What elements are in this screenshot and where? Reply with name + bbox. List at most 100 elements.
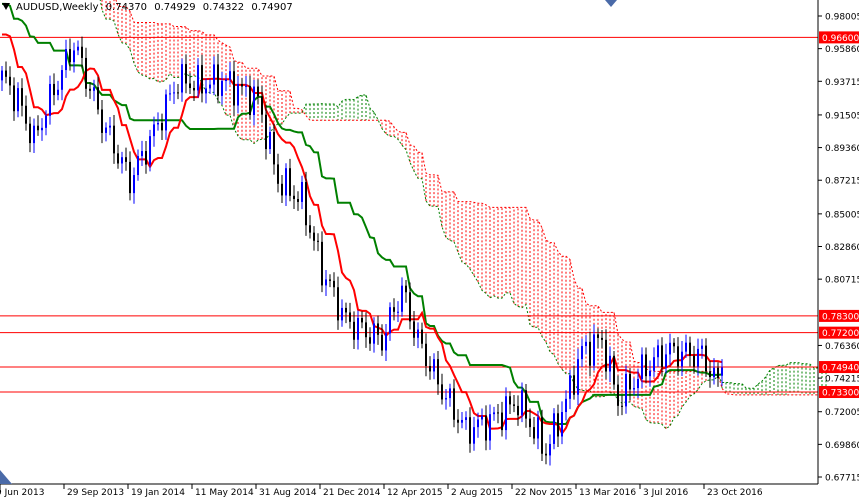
candle-body xyxy=(325,279,327,286)
shift-marker-icon[interactable] xyxy=(605,0,617,7)
candle xyxy=(529,408,531,437)
x-tick-label: 23 Oct 2016 xyxy=(707,488,763,498)
candle xyxy=(285,163,287,206)
candle-body xyxy=(581,346,583,360)
level-price-label: 0.73300 xyxy=(822,389,859,399)
candle-body xyxy=(713,367,715,378)
candle xyxy=(457,409,459,434)
candle-body xyxy=(457,419,459,423)
candle xyxy=(117,144,119,169)
ohlc-low: 0.74322 xyxy=(202,2,245,13)
candle xyxy=(617,375,619,416)
candle xyxy=(525,383,527,428)
candle-body xyxy=(709,371,711,378)
candle xyxy=(633,378,635,396)
candle-body xyxy=(673,342,675,347)
candle xyxy=(129,151,131,201)
candle xyxy=(581,338,583,368)
candle-body xyxy=(685,342,687,352)
candle-body xyxy=(61,70,63,90)
axes: 0.98005 0.95860 0.93715 0.91505 0.89360 0.872… xyxy=(0,0,859,498)
candle xyxy=(57,80,59,101)
candle xyxy=(585,335,587,355)
y-tick-label: 0.87215 xyxy=(825,177,859,187)
candle-body xyxy=(109,125,111,128)
y-tick-label: 0.95860 xyxy=(825,45,859,55)
ohlc-close: 0.74907 xyxy=(251,2,293,13)
candle-body xyxy=(185,64,187,84)
candle-body xyxy=(237,84,239,106)
candle-body xyxy=(313,232,315,241)
candle-body xyxy=(65,49,67,71)
candle xyxy=(5,61,7,84)
candle-body xyxy=(5,70,7,77)
ichimoku-cloud xyxy=(99,0,827,430)
candle-body xyxy=(257,86,259,97)
candle-body xyxy=(633,388,635,390)
candle xyxy=(93,79,95,102)
candle-body xyxy=(485,415,487,441)
candle xyxy=(621,395,623,416)
candle xyxy=(437,351,439,395)
candle xyxy=(425,333,427,377)
candle-body xyxy=(177,92,179,94)
candle-body xyxy=(721,367,723,376)
candle xyxy=(249,75,251,120)
candle-body xyxy=(277,164,279,184)
candle xyxy=(513,395,515,413)
candle-body xyxy=(513,404,515,406)
candle xyxy=(673,338,675,353)
candle-body xyxy=(377,323,379,335)
x-tick-label: 31 Aug 2014 xyxy=(259,488,317,498)
candle xyxy=(441,373,443,405)
x-tick-label: 21 Dec 2014 xyxy=(323,488,381,498)
candle xyxy=(181,58,183,102)
candle xyxy=(481,408,483,426)
candle xyxy=(205,78,207,104)
candle-body xyxy=(201,65,203,94)
candle-body xyxy=(317,240,319,242)
candle-body xyxy=(609,355,611,372)
candle-body xyxy=(433,359,435,372)
candle xyxy=(73,42,75,73)
candle-body xyxy=(289,168,291,196)
candle-body xyxy=(541,417,543,454)
candle-body xyxy=(225,79,227,81)
candle xyxy=(597,328,599,349)
candle xyxy=(557,404,559,448)
candle xyxy=(657,339,659,367)
price-chart[interactable]: 0.96600 0.78300 0.77200 0.74940 0.73300 0.98… xyxy=(0,0,859,498)
scroll-corner-icon[interactable] xyxy=(0,470,12,484)
candle-body xyxy=(585,341,587,347)
candle-body xyxy=(441,384,443,400)
candle xyxy=(361,311,363,329)
candle xyxy=(269,126,271,155)
candle-body xyxy=(717,367,719,379)
candle-body xyxy=(361,317,363,323)
candle-body xyxy=(489,414,491,441)
candle xyxy=(541,409,543,462)
candle xyxy=(173,81,175,105)
candle-body xyxy=(593,334,595,366)
candle-body xyxy=(105,127,107,133)
candle xyxy=(209,78,211,94)
candle xyxy=(161,113,163,140)
candle-body xyxy=(649,370,651,377)
candle-body xyxy=(637,379,639,389)
candle-body xyxy=(469,417,471,444)
candle xyxy=(517,395,519,426)
candle xyxy=(273,123,275,175)
candle-body xyxy=(641,354,643,380)
candle-body xyxy=(101,109,103,133)
candle xyxy=(497,404,499,424)
candle-body xyxy=(453,388,455,420)
candle-body xyxy=(669,342,671,355)
x-tick-label: 13 Mar 2016 xyxy=(579,488,636,498)
candle xyxy=(293,185,295,210)
candle-body xyxy=(205,88,207,94)
candle-body xyxy=(189,83,191,88)
symbol-menu-icon[interactable] xyxy=(2,3,10,10)
candle-body xyxy=(605,339,607,372)
candle-body xyxy=(705,345,707,372)
candle-body xyxy=(261,96,263,115)
